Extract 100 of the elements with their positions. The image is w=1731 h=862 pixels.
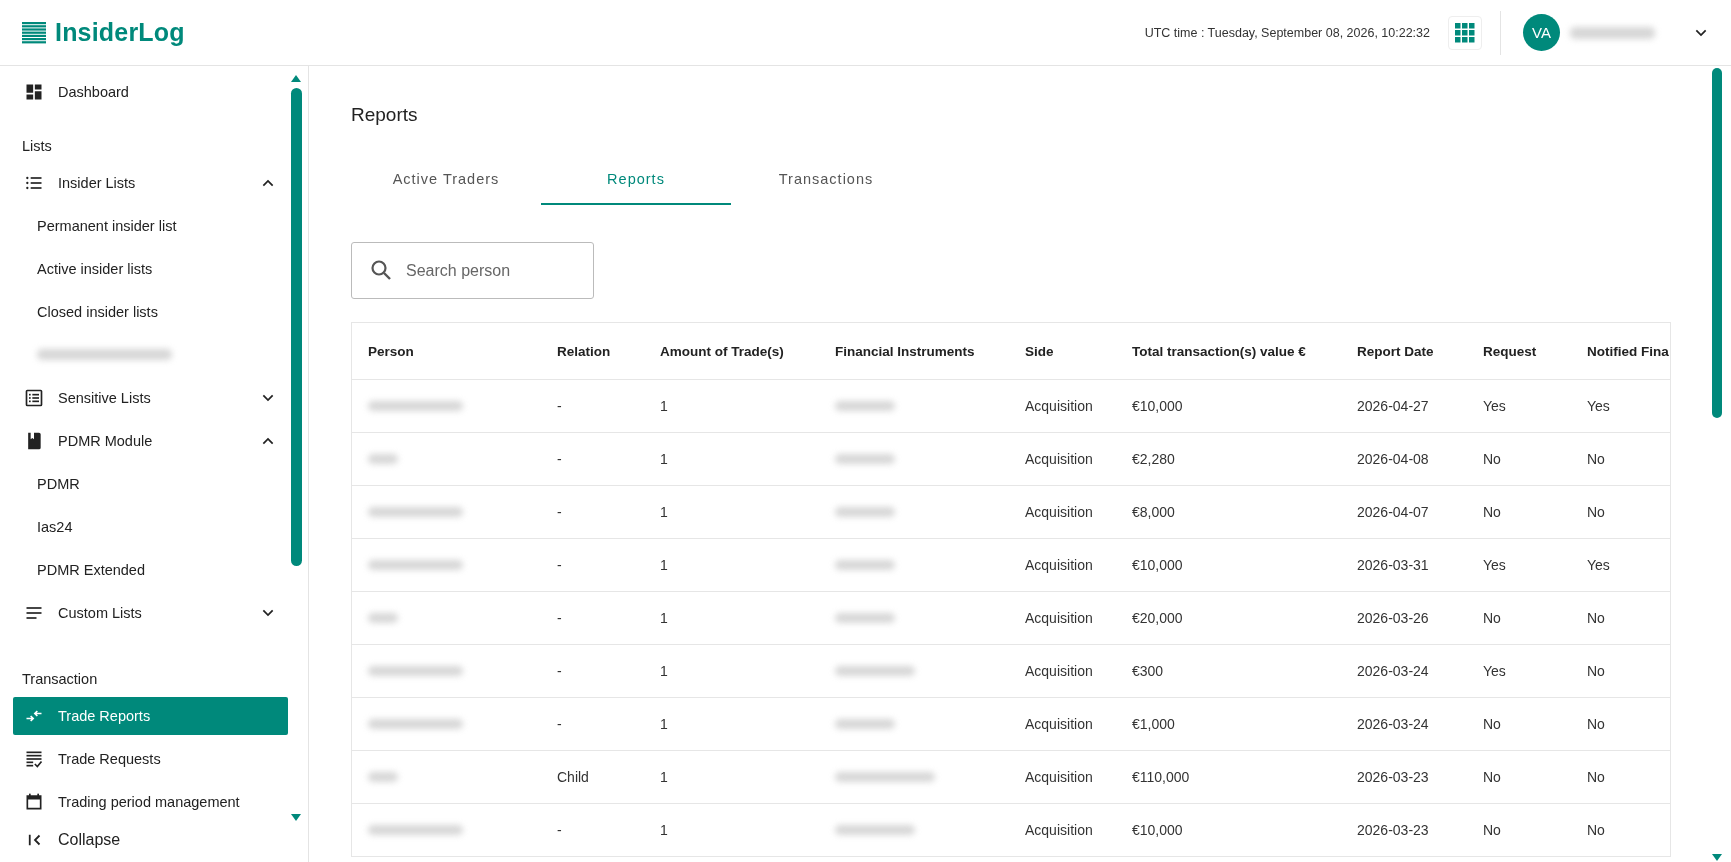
table-cell: Yes [1587, 557, 1610, 573]
table-cell: - [557, 504, 562, 520]
sidebar-item[interactable]: PDMR Module [13, 421, 288, 460]
column-header: Amount of Trade(s) [644, 323, 819, 380]
scroll-down-icon[interactable] [291, 814, 301, 822]
sidebar-item[interactable]: Trade Reports [13, 696, 288, 735]
search-field[interactable]: Search person [351, 242, 594, 299]
section-heading: Lists [21, 137, 53, 156]
table-cell: 2026-04-27 [1357, 398, 1429, 414]
blurred-text [835, 560, 895, 570]
column-header: Notified Fina [1571, 323, 1670, 380]
table-cell: No [1483, 822, 1501, 838]
table-cell: 1 [660, 716, 668, 732]
table-cell: 1 [660, 557, 668, 573]
table-cell: No [1587, 504, 1605, 520]
sidebar-subitem[interactable]: Ias24 [13, 507, 288, 546]
table-cell: Yes [1483, 663, 1506, 679]
sidebar-item[interactable]: Sensitive Lists [13, 378, 288, 417]
table-cell: Yes [1483, 398, 1506, 414]
table-cell: - [557, 610, 562, 626]
table-cell: No [1483, 769, 1501, 785]
search-icon [369, 258, 393, 282]
app-logo: InsiderLog [55, 18, 185, 47]
blurred-text [368, 454, 398, 464]
table-cell: No [1587, 663, 1605, 679]
sidebar-subitem[interactable]: PDMR Extended [13, 550, 288, 589]
sidebar-subitem[interactable]: Active insider lists [13, 249, 288, 288]
table-cell: Acquisition [1025, 557, 1093, 573]
table-cell: - [557, 557, 562, 573]
table-cell: 1 [660, 504, 668, 520]
tab[interactable]: Reports [541, 159, 731, 205]
table-cell: - [557, 716, 562, 732]
table-cell: No [1483, 451, 1501, 467]
sidebar-item[interactable]: Trading period management [13, 782, 288, 821]
table-cell: 1 [660, 451, 668, 467]
sidebar-item[interactable]: Insider Lists [13, 163, 288, 202]
table-cell: €300 [1132, 663, 1164, 679]
sidebar-item[interactable]: Custom Lists [13, 593, 288, 632]
table-cell: No [1587, 610, 1605, 626]
table-cell: 1 [660, 663, 668, 679]
table-cell: Acquisition [1025, 504, 1093, 520]
sidebar-item[interactable]: Dashboard [13, 72, 288, 111]
table-cell: Yes [1587, 398, 1610, 414]
table-cell: No [1587, 451, 1605, 467]
utc-time: UTC time : Tuesday, September 08, 2026, 10:22:32 [1144, 25, 1430, 40]
scroll-up-icon[interactable] [291, 74, 301, 82]
table-cell: No [1587, 716, 1605, 732]
column-header: Report Date [1341, 323, 1467, 380]
table-cell: 2026-03-24 [1357, 663, 1429, 679]
column-header: Request [1467, 323, 1571, 380]
table-cell: 2026-03-24 [1357, 716, 1429, 732]
column-header: Side [1009, 323, 1116, 380]
table-cell: Acquisition [1025, 663, 1093, 679]
sidebar-subitem[interactable]: Closed insider lists [13, 292, 288, 331]
blurred-text [835, 613, 895, 623]
scrollbar-thumb[interactable] [290, 88, 302, 566]
table-cell: €8,000 [1132, 504, 1175, 520]
table-cell: - [557, 398, 562, 414]
table-cell: Acquisition [1025, 769, 1093, 785]
sidebar-subitem[interactable]: PDMR [13, 464, 288, 503]
table-cell: 1 [660, 822, 668, 838]
blurred-text [835, 719, 895, 729]
column-header: Financial Instruments [819, 323, 1009, 380]
blurred-text [835, 507, 895, 517]
apps-button[interactable] [1448, 15, 1482, 50]
table-cell: 1 [660, 769, 668, 785]
table-cell: €10,000 [1132, 822, 1183, 838]
table-cell: €10,000 [1132, 398, 1183, 414]
table-cell: Yes [1483, 557, 1506, 573]
column-header: Person [352, 323, 541, 380]
table-cell: 2026-04-08 [1357, 451, 1429, 467]
column-header: Relation [541, 323, 644, 380]
scrollbar-thumb[interactable] [1712, 68, 1722, 418]
collapse-button[interactable]: Collapse [20, 823, 129, 857]
table-cell: 1 [660, 398, 668, 414]
sidebar-subitem[interactable]: Permanent insider list [13, 206, 288, 245]
tab[interactable]: Transactions [731, 159, 921, 205]
scroll-down-icon[interactable] [1712, 854, 1722, 862]
blurred-text [835, 401, 895, 411]
blurred-text [368, 772, 398, 782]
logo-icon [22, 21, 46, 44]
tab[interactable]: Active Traders [351, 159, 541, 205]
table-cell: Acquisition [1025, 610, 1093, 626]
table-cell: €110,000 [1132, 769, 1190, 785]
table-cell: No [1587, 769, 1605, 785]
table-cell: Acquisition [1025, 398, 1093, 414]
table-cell: 2026-03-23 [1357, 769, 1429, 785]
table-cell: 1 [660, 610, 668, 626]
blurred-text [368, 613, 398, 623]
table-cell: 2026-04-07 [1357, 504, 1429, 520]
calendar-icon [24, 791, 44, 812]
table-cell: Acquisition [1025, 451, 1093, 467]
table-cell: 2026-03-31 [1357, 557, 1429, 573]
user-avatar[interactable]: VA [1523, 14, 1560, 51]
table-cell: - [557, 663, 562, 679]
list-box-icon [24, 387, 44, 408]
sidebar-item[interactable]: Trade Requests [13, 739, 288, 778]
apps-grid-icon [1455, 22, 1475, 43]
table-cell: €10,000 [1132, 557, 1183, 573]
table-cell: - [557, 451, 562, 467]
